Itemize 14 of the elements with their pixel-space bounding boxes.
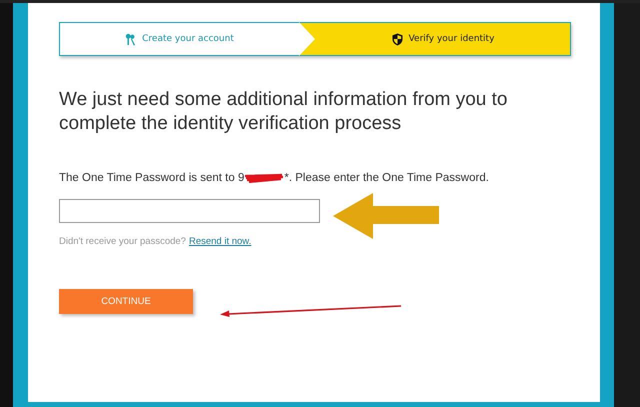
keys-icon bbox=[125, 32, 136, 46]
otp-message: The One Time Password is sent to 9 bbox=[59, 172, 244, 184]
resend-link[interactable]: Resend it now. bbox=[188, 236, 252, 247]
step-tab[interactable]: Create your account bbox=[59, 22, 299, 56]
otp-input-field[interactable] bbox=[59, 199, 320, 223]
page-heading: We just need some additional information from you to complete the identity verification process bbox=[59, 88, 508, 136]
pointer-arrow-icon bbox=[220, 305, 402, 317]
otp-message: *. Please enter the One Time Password. bbox=[284, 172, 489, 184]
continue-button[interactable]: CONTINUE bbox=[59, 289, 193, 314]
left-arrow-icon bbox=[333, 193, 439, 239]
redaction-scribble bbox=[244, 173, 284, 183]
step-tab[interactable]: Verify your identity bbox=[299, 22, 571, 56]
shield-icon bbox=[392, 32, 403, 46]
resend-question: Didn't receive your passcode? bbox=[59, 236, 186, 247]
